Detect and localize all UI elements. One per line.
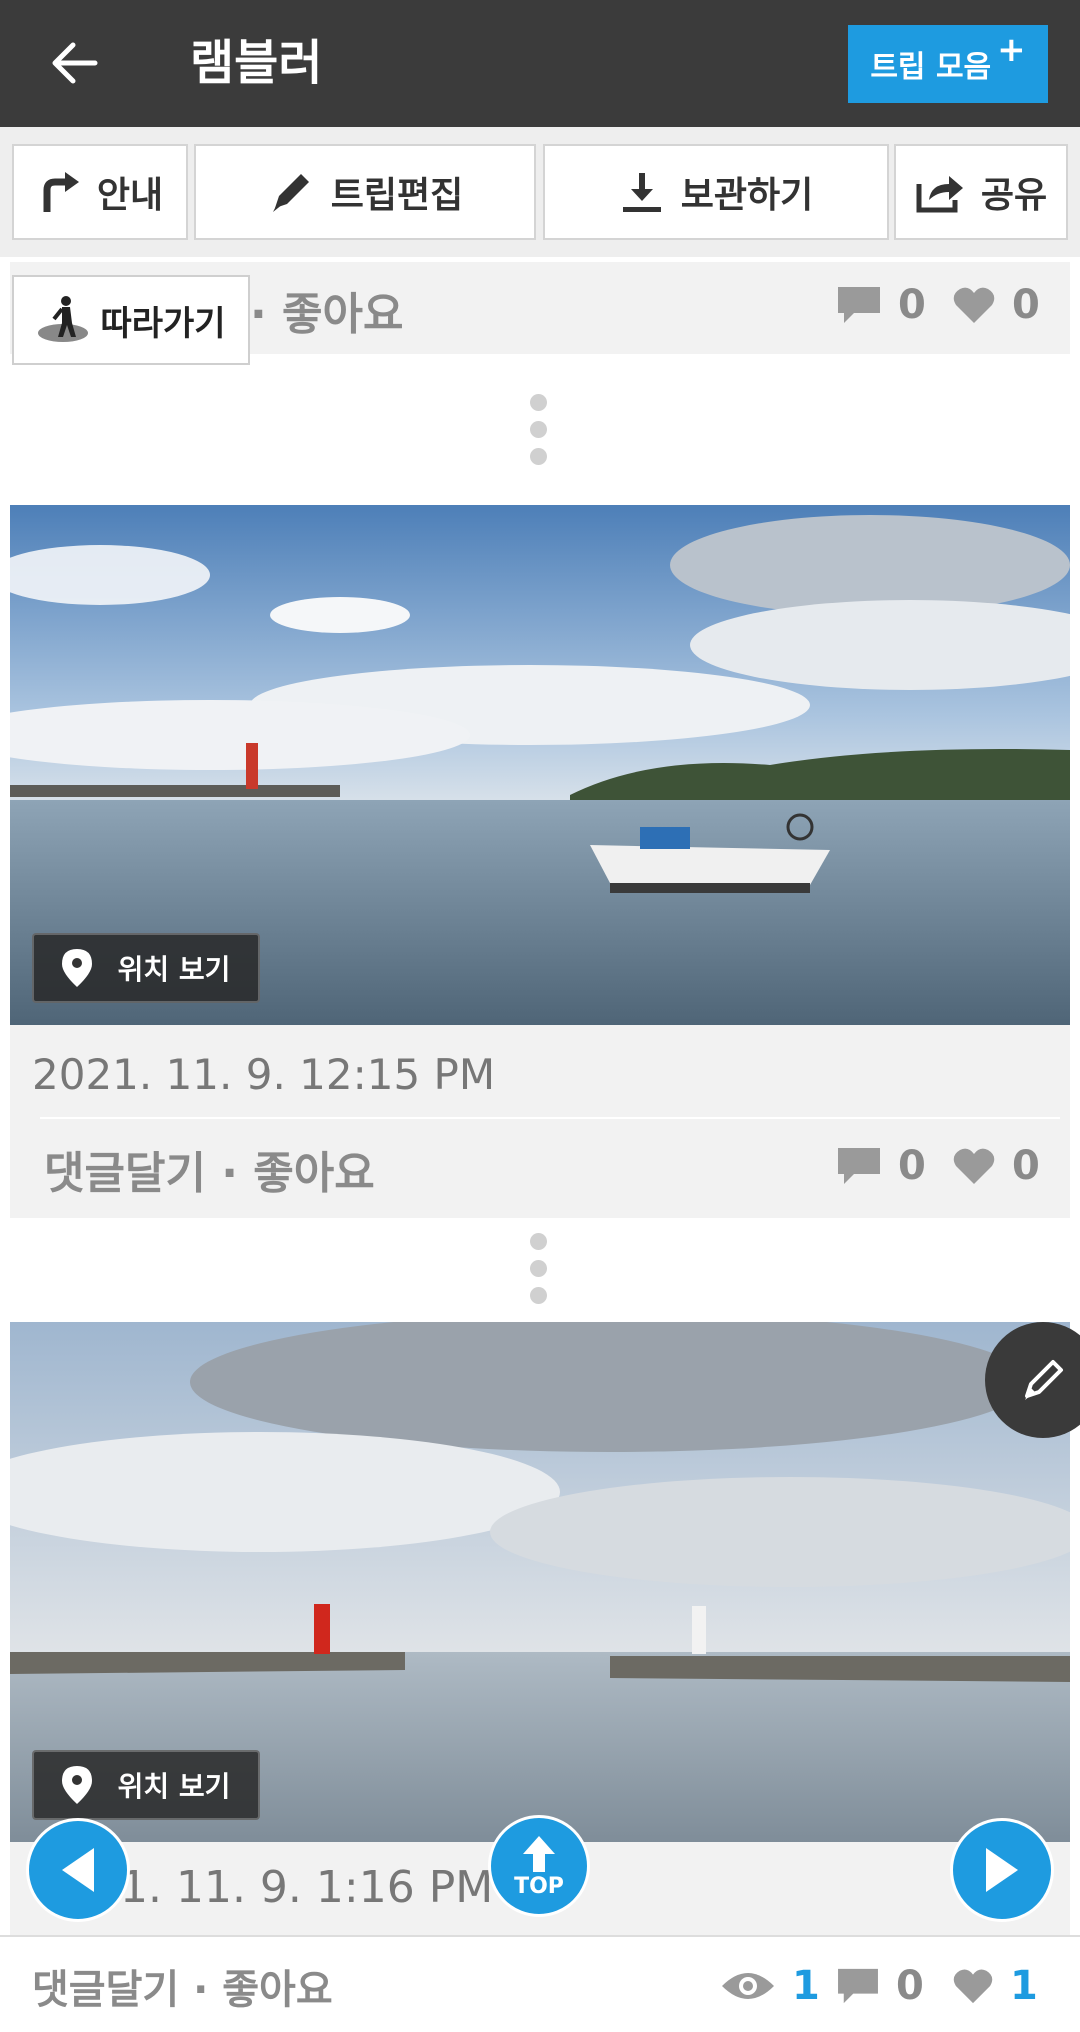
share-icon (916, 176, 963, 213)
trip-collection-button[interactable]: 트립 모음 + (848, 25, 1048, 103)
guide-label: 안내 (96, 175, 164, 216)
comment-like-text[interactable]: 댓글달기 · 좋아요 (44, 1137, 375, 1201)
trip-edit-label: 트립편집 (330, 175, 464, 216)
next-button[interactable] (950, 1818, 1054, 1922)
pencil-icon (1025, 1360, 1063, 1400)
comment-like-text[interactable]: 댓글달기 · 좋아요 (32, 1957, 333, 2015)
pencil-icon (272, 174, 309, 212)
heart-icon (953, 287, 995, 323)
view-location-button[interactable]: 위치 보기 (32, 933, 260, 1003)
trip-photo-1[interactable]: 위치 보기 (10, 505, 1070, 1025)
comment-icon (838, 287, 880, 323)
download-icon (622, 173, 661, 212)
post-timestamp: 1. 11. 9. 1:16 PM (120, 1862, 494, 1913)
post-timestamp: 2021. 11. 9. 12:15 PM (32, 1050, 496, 1099)
triangle-left-icon (62, 1848, 94, 1892)
comment-icon (838, 1148, 880, 1184)
timeline-dots (530, 1233, 550, 1314)
timeline-dots (530, 394, 550, 475)
trip-photo-2[interactable]: 위치 보기 (10, 1322, 1070, 1842)
follow-label: 따라가기 (100, 303, 226, 344)
share-label: 공유 (980, 175, 1048, 216)
map-pin-icon (61, 1766, 92, 1804)
comment-icon (838, 1968, 878, 2004)
app-root: 램블러 트립 모음 + 안내 트립편집 보관하기 공유 · 좋아요 0 0 따라… (0, 0, 1080, 2032)
previous-button[interactable] (26, 1818, 130, 1922)
like-count: 0 (952, 282, 1040, 328)
divider (40, 1117, 1060, 1119)
heart-icon (953, 1148, 995, 1184)
back-button[interactable] (42, 30, 108, 96)
comment-count: 0 (836, 1143, 926, 1189)
arrow-left-icon (52, 42, 98, 84)
follow-button[interactable]: 따라가기 (12, 275, 250, 365)
trip-edit-button[interactable]: 트립편집 (194, 144, 536, 240)
triangle-right-icon (986, 1848, 1018, 1892)
view-location-button[interactable]: 위치 보기 (32, 1750, 260, 1820)
comment-like-text[interactable]: · 좋아요 (250, 278, 403, 342)
top-label: TOP (514, 1873, 564, 1899)
trip-collection-label: 트립 모음 (870, 50, 992, 85)
map-pin-icon (61, 949, 92, 987)
like-count: 1 (952, 1963, 1038, 2009)
scroll-top-button[interactable]: TOP (488, 1815, 590, 1917)
comment-count: 0 (836, 1963, 924, 2009)
hiker-icon (38, 296, 89, 342)
share-button[interactable]: 공유 (894, 144, 1068, 240)
comment-count: 0 (836, 282, 926, 328)
view-count: 1 (720, 1963, 820, 2009)
like-count: 0 (952, 1143, 1040, 1189)
bottom-action-bar: 댓글달기 · 좋아요 1 0 1 (0, 1935, 1080, 2032)
top-app-bar: 램블러 트립 모음 + (0, 0, 1080, 127)
save-button[interactable]: 보관하기 (543, 144, 889, 240)
save-label: 보관하기 (680, 175, 814, 216)
page-title: 램블러 (190, 35, 323, 91)
heart-icon (953, 1969, 993, 2004)
eye-icon (722, 1973, 774, 1999)
turn-right-icon (43, 172, 79, 212)
card-info-1: 2021. 11. 9. 12:15 PM 댓글달기 · 좋아요 0 0 (10, 1025, 1070, 1218)
plus-icon: + (997, 30, 1026, 70)
guide-button[interactable]: 안내 (12, 144, 188, 240)
arrow-up-icon (523, 1835, 555, 1872)
